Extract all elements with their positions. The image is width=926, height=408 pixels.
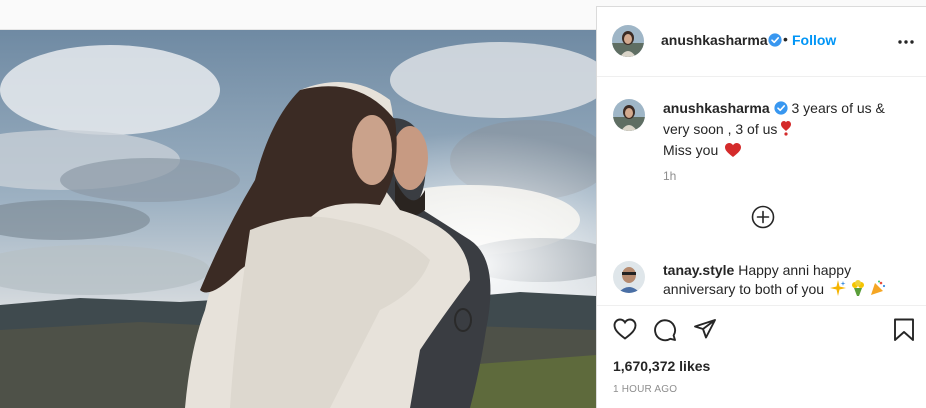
caption-avatar[interactable] bbox=[613, 99, 645, 131]
heart-exclamation-icon bbox=[781, 121, 792, 141]
likes-count[interactable]: 1,670,372 likes bbox=[613, 358, 710, 374]
party-popper-emoji-icon bbox=[870, 280, 886, 301]
sparkle-emoji-icon bbox=[830, 280, 846, 301]
follow-button[interactable]: Follow bbox=[792, 32, 836, 48]
post-panel: anushkasharma • Follow anushkasharma 3 y… bbox=[596, 6, 926, 408]
bouquet-emoji-icon bbox=[850, 280, 866, 301]
bookmark-icon[interactable] bbox=[893, 318, 915, 347]
post-header: anushkasharma • Follow bbox=[597, 7, 926, 77]
comment-bubble-icon[interactable] bbox=[653, 318, 677, 347]
post-actions: 1,670,372 likes 1 HOUR AGO bbox=[597, 305, 926, 408]
commenter-username[interactable]: tanay.style bbox=[663, 262, 734, 278]
plus-circle-icon[interactable] bbox=[751, 205, 775, 234]
post-photo[interactable] bbox=[0, 30, 596, 408]
caption-time: 1h bbox=[663, 169, 677, 183]
caption-text: anushkasharma 3 years of us & very soon … bbox=[663, 99, 911, 162]
heart-outline-icon[interactable] bbox=[613, 318, 637, 345]
author-avatar[interactable] bbox=[612, 25, 644, 57]
author-username[interactable]: anushkasharma bbox=[661, 32, 768, 48]
comment-text: tanay.style Happy anni happy anniversary… bbox=[663, 261, 903, 301]
verified-badge-icon bbox=[768, 33, 782, 52]
verified-badge-icon bbox=[774, 101, 788, 120]
red-heart-icon bbox=[725, 143, 742, 162]
caption-miss-you: Miss you bbox=[663, 142, 719, 158]
post-timestamp[interactable]: 1 HOUR AGO bbox=[613, 384, 677, 395]
more-horizontal-icon[interactable] bbox=[897, 33, 915, 56]
commenter-avatar[interactable] bbox=[613, 261, 645, 293]
caption-username[interactable]: anushkasharma bbox=[663, 100, 770, 116]
paper-plane-icon[interactable] bbox=[693, 318, 717, 345]
follow-separator: • bbox=[783, 31, 788, 47]
